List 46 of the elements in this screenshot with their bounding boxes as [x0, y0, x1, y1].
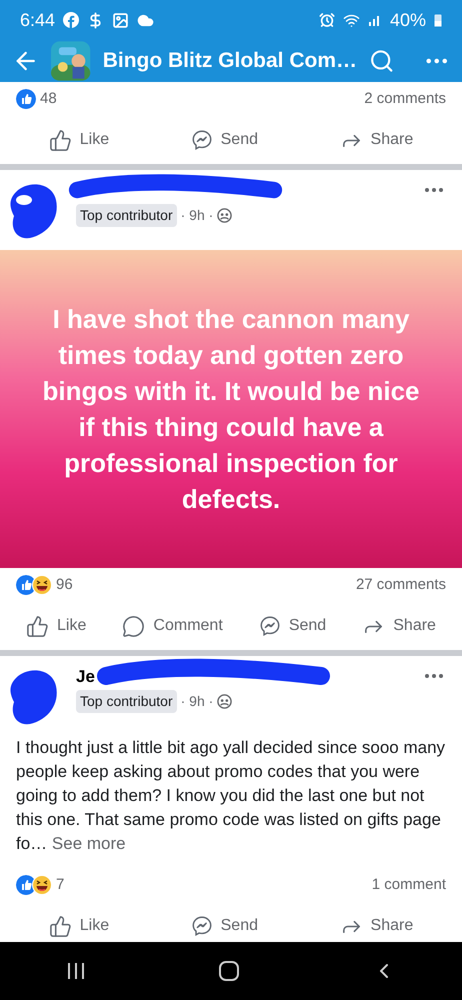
- thumbs-up-icon: [48, 128, 72, 152]
- share-button[interactable]: Share: [332, 124, 422, 156]
- image-icon: [112, 12, 130, 28]
- send-button[interactable]: Send: [182, 910, 266, 942]
- search-button[interactable]: [369, 48, 395, 74]
- comment-count[interactable]: 27 comments: [356, 574, 446, 596]
- laughing-emoji-icon: [32, 575, 52, 595]
- post-time: · 9h ·: [180, 206, 214, 225]
- laughing-emoji-icon: [32, 875, 52, 895]
- comment-count[interactable]: 2 comments: [364, 88, 446, 110]
- comment-count[interactable]: 1 comment: [372, 874, 446, 896]
- share-button[interactable]: Share: [332, 910, 422, 942]
- like-button[interactable]: Like: [40, 124, 118, 156]
- reaction-count[interactable]: 7: [56, 874, 64, 896]
- clock: 6:44: [20, 8, 56, 32]
- like-reaction-icon: [16, 89, 36, 109]
- send-button[interactable]: Send: [250, 610, 334, 642]
- author-name[interactable]: Je: [76, 667, 95, 686]
- top-contributor-badge[interactable]: Top contributor: [76, 690, 177, 713]
- share-button[interactable]: Share: [354, 610, 444, 642]
- facebook-icon: [63, 12, 80, 28]
- battery-percent: 40%: [390, 8, 426, 32]
- speech-bubble-icon: [122, 614, 146, 638]
- alarm-icon: [318, 12, 335, 28]
- post-time: · 9h ·: [180, 692, 214, 711]
- see-more-link[interactable]: See more: [52, 834, 126, 853]
- send-button[interactable]: Send: [182, 124, 266, 156]
- top-contributor-badge[interactable]: Top contributor: [76, 204, 177, 227]
- reaction-count[interactable]: 96: [56, 574, 73, 596]
- reaction-count[interactable]: 48: [40, 88, 57, 110]
- post-text: I have shot the cannon many times today and gotten zero bingos with it. It would be nice if this thing could have a professional inspection for defects.: [42, 303, 420, 516]
- messenger-icon: [190, 915, 213, 937]
- thumbs-up-icon: [26, 614, 50, 638]
- comment-button[interactable]: Comment: [114, 610, 231, 642]
- group-title: Bingo Blitz Global Com…: [102, 48, 358, 74]
- signal-icon: [368, 13, 382, 27]
- battery-icon: [434, 13, 442, 27]
- messenger-icon: [190, 129, 213, 151]
- post-text: I thought just a little bit ago yall decided since sooo many people keep asking about promo codes that you were going to add them? I know you did the last one but not this one. That same promo code was listed on gifts page fo… See more: [15, 737, 446, 855]
- thumbs-up-icon: [48, 914, 72, 938]
- like-button[interactable]: Like: [18, 610, 94, 642]
- recent-apps-icon[interactable]: [66, 962, 86, 980]
- messenger-icon: [258, 615, 281, 637]
- group-avatar[interactable]: [51, 41, 91, 81]
- home-icon[interactable]: [218, 960, 240, 982]
- like-button[interactable]: Like: [40, 910, 118, 942]
